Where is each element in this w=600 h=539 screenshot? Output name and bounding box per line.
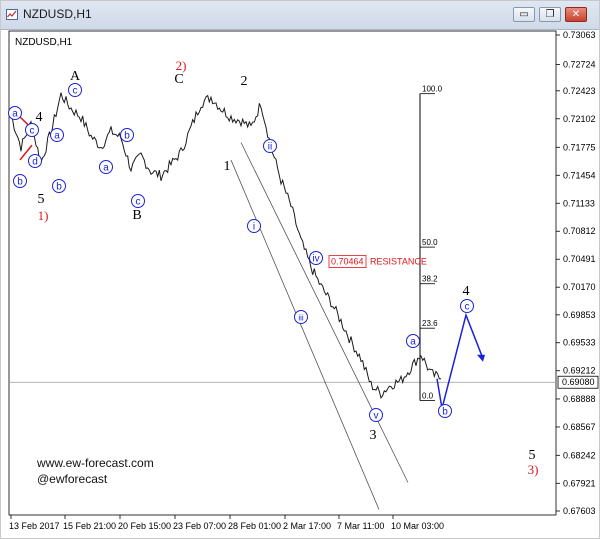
y-tick-label: 0.73063	[563, 30, 596, 40]
y-tick-label: 0.71454	[563, 170, 596, 180]
x-tick-label: 23 Feb 07:00	[173, 521, 226, 531]
window-title: NZDUSD,H1	[23, 7, 92, 21]
circled-wave-label: d	[32, 157, 38, 168]
circled-wave-label: b	[124, 131, 130, 142]
y-tick-label: 0.70812	[563, 226, 596, 236]
y-tick-label: 0.69533	[563, 338, 596, 348]
y-tick-label: 0.72423	[563, 86, 596, 96]
current-price-label: 0.69080	[562, 377, 595, 387]
wave-label-1: 1	[224, 159, 231, 174]
circled-wave-label: c	[465, 302, 470, 313]
watermark-site: www.ew-forecast.com	[36, 456, 154, 470]
y-tick-label: 0.71775	[563, 142, 596, 152]
wave-label-3-red: 3)	[528, 462, 539, 477]
circled-wave-label: ii	[268, 142, 272, 153]
circled-wave-label: v	[374, 411, 379, 422]
circled-wave-label: iii	[298, 314, 304, 323]
y-tick-label: 0.70170	[563, 282, 596, 292]
window-titlebar: NZDUSD,H1 ▭ ❐ ✕	[1, 1, 599, 30]
resistance-value: 0.70464	[331, 257, 364, 267]
circled-wave-label: a	[54, 131, 60, 142]
y-tick-label: 0.67603	[563, 506, 596, 516]
wave-label-5-left: 5	[38, 192, 45, 207]
y-tick-label: 0.69212	[563, 366, 596, 376]
y-tick-label: 0.71133	[563, 198, 595, 208]
minimize-button[interactable]: ▭	[513, 7, 535, 22]
y-tick-label: 0.72724	[563, 60, 596, 70]
circled-wave-label: b	[442, 407, 448, 418]
y-tick-label: 0.68242	[563, 450, 596, 460]
circled-wave-label: c	[136, 197, 141, 208]
x-tick-label: 15 Feb 21:00	[63, 521, 116, 531]
wave-label-C: C	[174, 72, 183, 87]
circled-wave-label: a	[103, 163, 109, 174]
circled-wave-label: a	[12, 109, 18, 120]
watermark-handle: @ewforecast	[37, 472, 108, 486]
y-tick-label: 0.69853	[563, 310, 596, 320]
symbol-label: NZDUSD,H1	[15, 37, 73, 48]
resistance-label: RESISTANCE	[370, 257, 427, 267]
wave-label-B: B	[132, 208, 141, 223]
x-tick-label: 20 Feb 15:00	[118, 521, 171, 531]
fib-level-label: 0.0	[422, 392, 434, 401]
y-tick-label: 0.67921	[563, 478, 596, 488]
circled-wave-label: i	[253, 222, 255, 233]
y-tick-label: 0.70491	[563, 254, 596, 264]
circled-wave-label: c	[73, 86, 78, 97]
wave-label-2: 2	[241, 74, 248, 89]
wave-label-A: A	[70, 69, 81, 84]
close-button[interactable]: ✕	[565, 7, 587, 22]
y-tick-label: 0.68567	[563, 422, 596, 432]
circled-wave-label: c	[30, 126, 35, 137]
circled-wave-label: iv	[312, 254, 319, 265]
plot-area	[8, 30, 557, 516]
wave-label-3: 3	[370, 428, 377, 443]
x-tick-label: 2 Mar 17:00	[283, 521, 331, 531]
wave-label-5-right: 5	[529, 448, 536, 463]
y-tick-label: 0.68888	[563, 394, 596, 404]
fib-level-label: 38.2	[422, 275, 438, 284]
circled-wave-label: b	[17, 177, 23, 188]
x-tick-label: 13 Feb 2017	[9, 521, 60, 531]
circled-wave-label: b	[56, 182, 62, 193]
x-tick-label: 28 Feb 01:00	[228, 521, 281, 531]
wave-label-4-left: 4	[36, 110, 43, 125]
x-tick-label: 10 Mar 03:00	[391, 521, 444, 531]
price-chart[interactable]: NZDUSD,H1 0.73063 0.72724 0.72423 0.72102 0.…	[1, 29, 599, 538]
fib-level-label: 50.0	[422, 238, 438, 247]
fib-level-label: 100.0	[422, 85, 443, 94]
chart-window-icon	[6, 9, 18, 20]
wave-label-1-red: 1)	[38, 208, 49, 223]
fib-level-label: 23.6	[422, 319, 438, 328]
chart-window: NZDUSD,H1 ▭ ❐ ✕ NZDUSD,H1 0.73063 0.72724…	[0, 0, 600, 539]
wave-label-4-right: 4	[463, 284, 470, 299]
circled-wave-label: a	[410, 337, 416, 348]
y-tick-label: 0.72102	[563, 114, 596, 124]
restore-button[interactable]: ❐	[539, 7, 561, 22]
x-tick-label: 7 Mar 11:00	[337, 521, 384, 531]
wave-label-2-red: 2)	[176, 58, 187, 73]
